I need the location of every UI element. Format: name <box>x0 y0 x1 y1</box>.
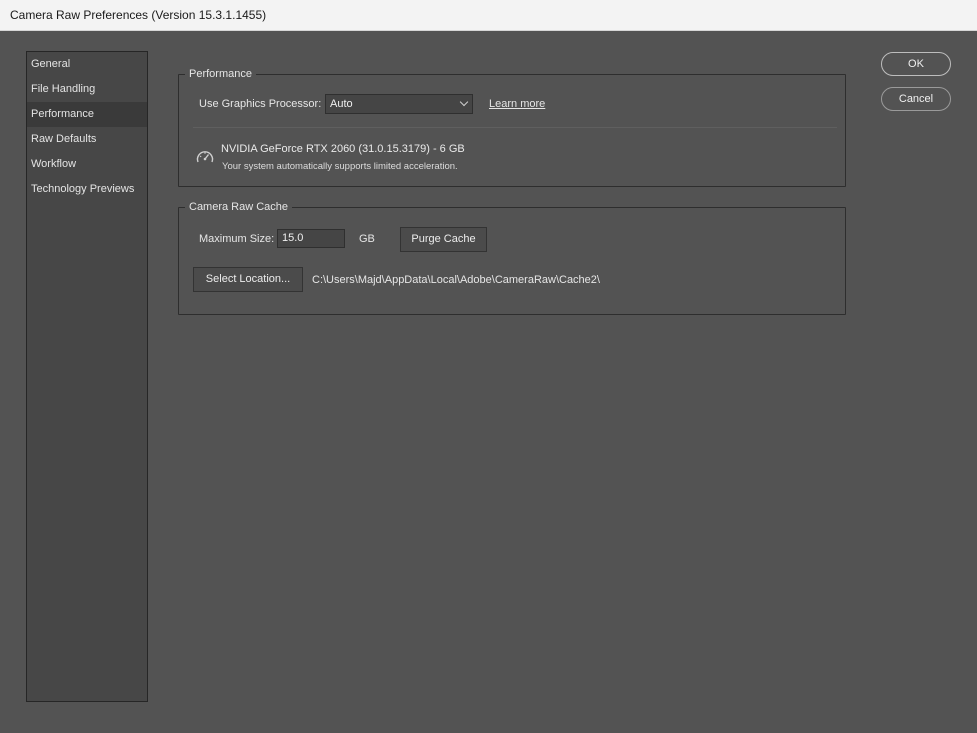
sidebar-item-general[interactable]: General <box>27 52 147 77</box>
size-unit-label: GB <box>359 233 375 245</box>
speedometer-icon <box>195 148 215 166</box>
sidebar-item-performance[interactable]: Performance <box>27 102 147 127</box>
preferences-window: Camera Raw Preferences (Version 15.3.1.1… <box>0 0 977 733</box>
select-location-button[interactable]: Select Location... <box>193 267 303 292</box>
ok-button[interactable]: OK <box>881 52 951 76</box>
gpu-label: Use Graphics Processor: <box>199 98 322 110</box>
max-size-value: 15.0 <box>282 232 304 244</box>
window-title: Camera Raw Preferences (Version 15.3.1.1… <box>0 0 977 31</box>
cache-location-path: C:\Users\Majd\AppData\Local\Adobe\Camera… <box>312 274 600 286</box>
sidebar-item-technology-previews[interactable]: Technology Previews <box>27 177 147 202</box>
sidebar-item-raw-defaults[interactable]: Raw Defaults <box>27 127 147 152</box>
sidebar-item-workflow[interactable]: Workflow <box>27 152 147 177</box>
gpu-acceleration-note: Your system automatically supports limit… <box>222 161 458 172</box>
max-size-label: Maximum Size: <box>199 233 275 245</box>
performance-group-title: Performance <box>185 67 256 81</box>
preferences-sidebar: General File Handling Performance Raw De… <box>26 51 148 702</box>
learn-more-link[interactable]: Learn more <box>489 98 545 110</box>
cancel-button[interactable]: Cancel <box>881 87 951 111</box>
gpu-select[interactable]: Auto <box>325 94 473 114</box>
performance-group: Performance Use Graphics Processor: Auto… <box>178 67 846 187</box>
max-size-input[interactable]: 15.0 <box>277 229 345 248</box>
sidebar-item-file-handling[interactable]: File Handling <box>27 77 147 102</box>
divider <box>193 127 837 128</box>
gpu-select-value: Auto <box>330 98 353 110</box>
gpu-name: NVIDIA GeForce RTX 2060 (31.0.15.3179) -… <box>221 143 465 155</box>
cache-group-title: Camera Raw Cache <box>185 200 293 214</box>
purge-cache-button[interactable]: Purge Cache <box>400 227 487 252</box>
chevron-down-icon <box>459 97 469 107</box>
camera-raw-cache-group: Camera Raw Cache Maximum Size: 15.0 GB P… <box>178 200 846 315</box>
